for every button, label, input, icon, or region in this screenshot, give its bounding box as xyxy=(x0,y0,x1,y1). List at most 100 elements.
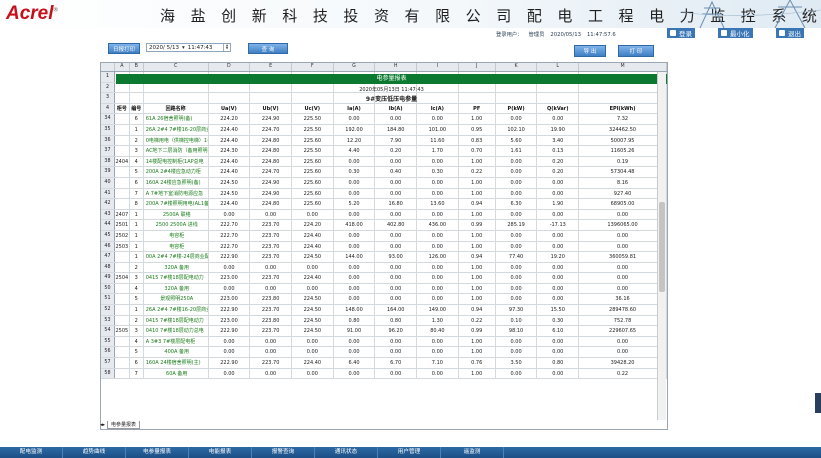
nav-item[interactable]: 电参量报表 xyxy=(126,447,189,458)
column-header[interactable]: K xyxy=(496,63,538,71)
row-number[interactable]: 35 xyxy=(101,124,115,135)
row-number[interactable]: 58 xyxy=(101,368,115,379)
table-cell: 0.00 xyxy=(250,209,293,220)
table-row[interactable]: 37 3 AC地下二层消防（备用照明） 224.30 224.80 225.50 4.40 0… xyxy=(101,146,667,157)
nav-item[interactable]: 通讯状态 xyxy=(315,447,378,458)
sheet-tab[interactable]: 电参量报表 xyxy=(107,421,141,429)
table-cell: 225.50 xyxy=(292,124,334,135)
table-row[interactable]: 39 5 200A 2#4楼应急动力柜 224.40 224.70 225.60 0.30 0… xyxy=(101,167,667,178)
vertical-scrollbar[interactable] xyxy=(657,72,666,420)
side-panel-tab[interactable] xyxy=(815,393,821,413)
nav-item[interactable]: 电能报表 xyxy=(189,447,252,458)
column-header[interactable]: G xyxy=(334,63,376,71)
row-number[interactable]: 37 xyxy=(101,146,115,156)
nav-item[interactable]: 用户管理 xyxy=(378,447,441,458)
row-number[interactable]: 40 xyxy=(101,177,115,188)
row-number[interactable]: 49 xyxy=(101,273,115,283)
column-header[interactable]: F xyxy=(292,63,334,71)
table-row[interactable]: 36 20电梯用电（供梯控电梯）1#-7224.40224.80225.6012.… xyxy=(101,135,667,147)
table-row[interactable]: 45 2502 1 电容柜 222.70 223.70 224.40 0.00 0.00 0.00… xyxy=(101,230,667,242)
table-row[interactable]: 52 126A 2#4 7#楼16-20层商业配电222.90223.70224.… xyxy=(101,305,667,316)
row-number[interactable]: 54 xyxy=(101,326,115,336)
row-number[interactable]: 47 xyxy=(101,252,115,262)
table-row[interactable]: 46 2503 1 电容柜 222.70 223.70 224.40 0.00 0.00 0.00… xyxy=(101,241,667,253)
table-row[interactable]: 58 7 60A 备用 0.00 0.00 0.00 0.00 0.00 0.00 1.00 0.0… xyxy=(101,368,667,380)
row-number[interactable]: 46 xyxy=(101,241,115,252)
row-number[interactable]: 51 xyxy=(101,294,115,305)
tab-nav-icon[interactable]: ◂▸ xyxy=(100,422,105,428)
table-cell: 5.60 xyxy=(496,135,538,146)
chevron-down-icon[interactable]: ▾ xyxy=(182,45,185,51)
row-number[interactable]: 4 xyxy=(101,103,115,114)
column-header[interactable]: J xyxy=(459,63,496,71)
column-header[interactable]: B xyxy=(130,63,144,71)
table-row[interactable]: 43 2407 1 2500A 联络 0.00 0.00 0.00 0.00 0.00 0.00 1… xyxy=(101,209,667,221)
table-row[interactable]: 42 8 200A 7#楼照明用电(AL1备) 224.40 224.80 225.60 5… xyxy=(101,199,667,210)
row-number[interactable]: 43 xyxy=(101,209,115,220)
table-row[interactable]: 4 柜号 编号 回路名称 Ua(V) Ub(V) Uc(V) Ia(A) Ib(A) Ic(A) P… xyxy=(101,103,667,115)
table-cell: 224.40 xyxy=(292,230,334,241)
nav-item[interactable]: 配电监测 xyxy=(0,447,63,458)
row-number[interactable]: 1 xyxy=(101,72,115,82)
table-row[interactable]: 53 2 0415 7#楼18层配电动力 223.00 223.80 224.50 0.80… xyxy=(101,315,667,327)
table-row[interactable]: 47 1 00A 2#4 7#楼-24层商业配电 222.90 223.70 224.50… xyxy=(101,252,667,263)
export-button[interactable]: 导 出 xyxy=(574,45,606,57)
table-row[interactable]: 41 7 A 7#地下室消防电源应急 224.50 224.90 225.60 0.00 0.… xyxy=(101,188,667,200)
query-button[interactable]: 查 询 xyxy=(248,43,288,54)
table-row[interactable]: 44 2501 1 2500 2500A 进线 222.70 223.70 224.20 41… xyxy=(101,220,667,231)
row-number[interactable]: 3 xyxy=(101,93,115,103)
table-row[interactable]: 34 6 61A 26宿舍照明(备) 224.20 224.90 225.50 0.00 0.… xyxy=(101,114,667,125)
table-cell: 0.00 xyxy=(209,336,251,347)
print-button[interactable]: 打 印 xyxy=(618,45,654,57)
table-row[interactable]: 50 4 320A 备用 0.00 0.00 0.00 0.00 0.00 0.00 1.00 0.… xyxy=(101,283,667,295)
column-header[interactable]: C xyxy=(144,63,209,71)
table-row[interactable]: 35 126A 2#4 7#楼16-20层商业配电224.40224.70225.… xyxy=(101,124,667,136)
corner-cell[interactable] xyxy=(101,63,115,71)
row-number[interactable]: 53 xyxy=(101,315,115,326)
minimize-button[interactable]: 最小化 xyxy=(718,28,753,38)
table-cell: 1.00 xyxy=(459,188,496,199)
table-row[interactable]: 48 2 320A 备用 0.00 0.00 0.00 0.00 0.00 0.00 1.00 0.… xyxy=(101,262,667,274)
table-cell: 224.80 xyxy=(250,156,293,167)
row-number[interactable]: 52 xyxy=(101,305,115,315)
date-picker[interactable]: 2020/ 5/13 ▾ 11:47:43 ▲ ▼ xyxy=(146,43,231,52)
row-number[interactable]: 57 xyxy=(101,358,115,368)
column-header[interactable]: H xyxy=(375,63,417,71)
row-number[interactable]: 45 xyxy=(101,230,115,241)
row-number[interactable]: 42 xyxy=(101,199,115,209)
nav-item[interactable]: 趋势曲线 xyxy=(63,447,126,458)
column-header[interactable]: D xyxy=(209,63,251,71)
row-number[interactable]: 56 xyxy=(101,347,115,358)
row-number[interactable]: 2 xyxy=(101,82,115,93)
table-row[interactable]: 40 6 160A 24楼应急照明(备) 224.50 224.90 225.60 0.00… xyxy=(101,177,667,189)
table-row[interactable]: 51 5 景观照明250A 223.00 223.80 224.50 0.00 0.00 0.0… xyxy=(101,294,667,306)
login-button[interactable]: 登录 xyxy=(667,28,695,38)
table-row[interactable]: 38 2404 4 14楼配电控制柜(1AP总电 224.40 224.80 225.60 0… xyxy=(101,156,667,168)
table-row[interactable]: 56 5 400A 备用 0.00 0.00 0.00 0.00 0.00 0.00 1.00 0.… xyxy=(101,347,667,359)
row-number[interactable]: 48 xyxy=(101,262,115,273)
row-number[interactable]: 50 xyxy=(101,283,115,294)
table-row[interactable]: 54 2505 3 0410 7#楼18层动力总电 222.90 223.70 224.50… xyxy=(101,326,667,337)
nav-item[interactable]: 报警查询 xyxy=(252,447,315,458)
logout-button[interactable]: 退出 xyxy=(776,28,804,38)
table-row[interactable]: 57 6 160A 24楼宿舍照明(主) 222.90 223.70 224.40 6.40… xyxy=(101,358,667,369)
column-header[interactable]: M xyxy=(579,63,667,71)
column-header[interactable]: I xyxy=(417,63,459,71)
time-spinner[interactable]: ▲ ▼ xyxy=(223,44,230,51)
column-header[interactable]: L xyxy=(537,63,580,71)
row-number[interactable]: 34 xyxy=(101,114,115,124)
row-number[interactable]: 55 xyxy=(101,336,115,347)
scrollbar-thumb[interactable] xyxy=(659,202,665,292)
column-header[interactable]: A xyxy=(115,63,130,71)
table-row[interactable]: 49 2504 3 0415 7#楼18层配电动力 223.00 223.70 224.40… xyxy=(101,273,667,284)
row-number[interactable]: 38 xyxy=(101,156,115,167)
row-number[interactable]: 41 xyxy=(101,188,115,199)
table-row[interactable]: 55 4 A 3#3 7#楼层配电柜 0.00 0.00 0.00 0.00 0.00 0.00… xyxy=(101,336,667,348)
report-type-button[interactable]: 日报打印 xyxy=(108,43,140,54)
nav-item[interactable]: 遥监测 xyxy=(441,447,504,458)
time-value[interactable]: 11:47:43 xyxy=(188,45,213,51)
column-header[interactable]: E xyxy=(250,63,292,71)
row-number[interactable]: 36 xyxy=(101,135,115,146)
row-number[interactable]: 39 xyxy=(101,167,115,177)
row-number[interactable]: 44 xyxy=(101,220,115,230)
